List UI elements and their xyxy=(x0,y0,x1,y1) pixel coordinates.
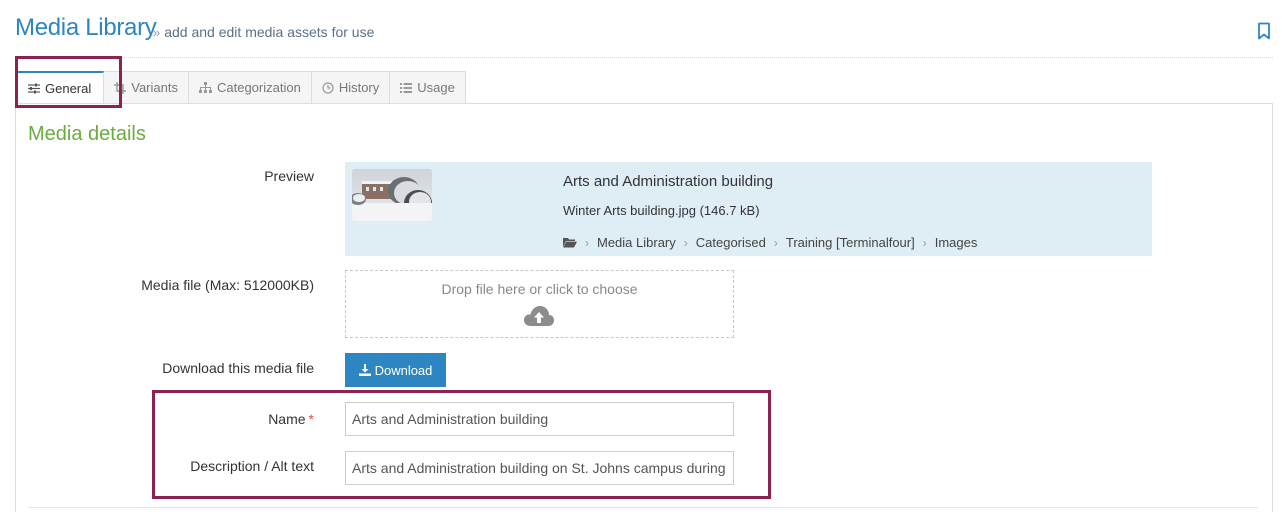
breadcrumb-item[interactable]: Media Library xyxy=(597,235,676,250)
description-label: Description / Alt text xyxy=(190,458,314,474)
page-header: Media Library » add and edit media assets… xyxy=(15,14,1273,58)
breadcrumb-separator: › xyxy=(922,235,927,250)
preview-file-info: Winter Arts building.jpg (146.7 kB) xyxy=(563,203,760,218)
preview-thumbnail[interactable] xyxy=(352,169,432,221)
dropzone-text: Drop file here or click to choose xyxy=(441,281,638,297)
breadcrumb-separator: › xyxy=(585,235,589,250)
file-dropzone[interactable]: Drop file here or click to choose xyxy=(345,270,734,338)
name-label: Name * xyxy=(268,411,314,427)
folder-open-icon[interactable] xyxy=(563,237,577,248)
tab-label: General xyxy=(45,80,92,96)
breadcrumb-separator: › xyxy=(683,235,688,250)
media-details-panel: Media details Preview Arts and Administr… xyxy=(15,103,1273,512)
tab-general[interactable]: General xyxy=(15,71,105,104)
section-title: Media details xyxy=(28,123,146,145)
description-input[interactable] xyxy=(345,451,734,485)
tab-bar: General Variants Categorization History … xyxy=(15,71,466,104)
breadcrumb: › Media Library › Categorised › Training… xyxy=(563,235,977,250)
tab-label: History xyxy=(338,80,380,95)
cloud-upload-icon xyxy=(524,306,554,326)
tab-label: Variants xyxy=(131,80,178,95)
tab-history[interactable]: History xyxy=(311,71,391,104)
sitemap-icon xyxy=(198,82,212,93)
preview-box: Arts and Administration building Winter … xyxy=(345,162,1152,256)
tab-usage[interactable]: Usage xyxy=(390,71,466,104)
subtitle-prefix: » xyxy=(153,25,161,40)
section-divider xyxy=(28,507,1258,508)
required-indicator: * xyxy=(308,411,314,427)
bookmark-icon[interactable] xyxy=(1257,22,1271,40)
list-icon xyxy=(400,82,413,93)
tab-variants[interactable]: Variants xyxy=(104,71,189,104)
tab-categorization[interactable]: Categorization xyxy=(188,71,312,104)
tab-label: Usage xyxy=(417,80,455,95)
breadcrumb-item[interactable]: Training [Terminalfour] xyxy=(786,235,915,250)
sliders-icon xyxy=(28,83,40,94)
name-label-text: Name xyxy=(268,411,306,427)
preview-label: Preview xyxy=(264,168,314,184)
page-title: Media Library xyxy=(15,14,157,41)
subtitle-text: add and edit media assets for use xyxy=(164,24,375,40)
page-subtitle: » add and edit media assets for use xyxy=(153,24,374,40)
download-icon xyxy=(358,364,371,376)
breadcrumb-separator: › xyxy=(773,235,778,250)
breadcrumb-item[interactable]: Categorised xyxy=(696,235,766,250)
download-button-label: Download xyxy=(374,362,433,378)
preview-asset-name: Arts and Administration building xyxy=(563,173,774,190)
clock-icon xyxy=(322,81,334,94)
name-input[interactable] xyxy=(345,402,734,436)
breadcrumb-item[interactable]: Images xyxy=(935,235,978,250)
media-file-label: Media file (Max: 512000KB) xyxy=(141,277,314,293)
download-button[interactable]: Download xyxy=(345,353,446,387)
crop-icon xyxy=(114,81,127,94)
download-label: Download this media file xyxy=(162,360,314,376)
tab-label: Categorization xyxy=(216,80,301,95)
